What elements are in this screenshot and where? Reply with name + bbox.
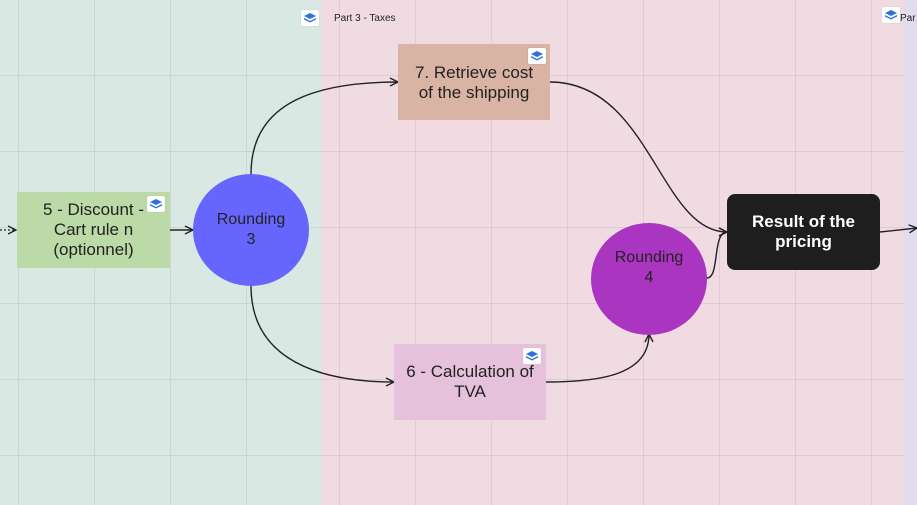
node-rounding4[interactable]: Rounding 4 (591, 223, 707, 335)
node-calc-tva-label: 6 - Calculation of TVA (406, 362, 534, 401)
node-rounding3-label: Rounding 3 (216, 211, 286, 248)
node-retrieve-shipping-label: 7. Retrieve cost of the shipping (414, 63, 534, 102)
edge-result-outgoing (879, 228, 917, 232)
node-result-label: Result of the pricing (752, 212, 855, 251)
edge-rounding4-to-result (706, 232, 727, 279)
edge-tva-to-rounding4 (545, 334, 649, 383)
node-rounding4-label: Rounding 4 (614, 249, 684, 286)
cube-icon[interactable] (528, 48, 546, 64)
edge-rounding3-to-retrieve (250, 82, 398, 175)
edge-retrieve-to-result (549, 81, 727, 232)
node-discount-label: 5 - Discount - Cart rule n (optionnel) (42, 200, 145, 259)
node-rounding3[interactable]: Rounding 3 (193, 174, 309, 286)
edge-rounding3-to-tva (250, 285, 394, 382)
node-result[interactable]: Result of the pricing (727, 194, 880, 270)
cube-icon[interactable] (147, 196, 165, 212)
cube-icon[interactable] (523, 348, 541, 364)
